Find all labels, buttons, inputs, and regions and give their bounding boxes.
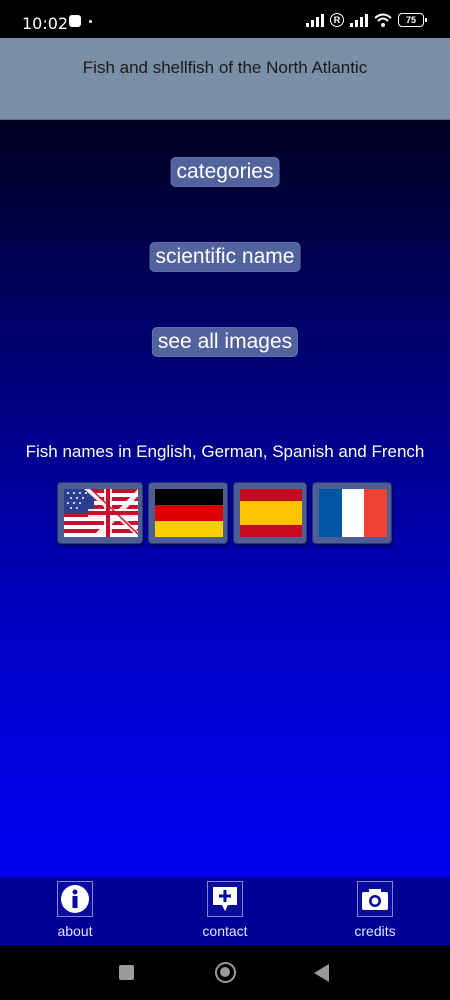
credits-label: credits bbox=[354, 923, 396, 939]
notification-app-icon bbox=[69, 15, 81, 27]
notification-dot-icon bbox=[89, 20, 92, 23]
home-icon[interactable] bbox=[215, 962, 236, 983]
info-icon bbox=[57, 881, 93, 917]
language-flags bbox=[0, 482, 450, 546]
english-flag-button[interactable] bbox=[57, 482, 143, 544]
see-all-images-button[interactable]: see all images bbox=[151, 327, 299, 357]
system-nav-bar bbox=[0, 945, 450, 1000]
categories-button[interactable]: categories bbox=[170, 157, 280, 187]
wifi-icon bbox=[374, 13, 392, 27]
contact-nav-item[interactable]: contact bbox=[180, 881, 270, 939]
contact-label: contact bbox=[202, 923, 248, 939]
signal-icon bbox=[306, 13, 324, 27]
german-flag-button[interactable] bbox=[148, 482, 228, 544]
german-flag-icon bbox=[155, 489, 223, 537]
french-flag-button[interactable] bbox=[312, 482, 392, 544]
main-content: categories scientific name see all image… bbox=[0, 120, 450, 877]
status-bar: 10:02 R 75 bbox=[0, 0, 450, 38]
roaming-badge: R bbox=[330, 13, 344, 27]
camera-icon bbox=[357, 881, 393, 917]
spanish-flag-icon bbox=[240, 489, 302, 537]
language-caption: Fish names in English, German, Spanish a… bbox=[25, 442, 425, 461]
credits-nav-item[interactable]: credits bbox=[330, 881, 420, 939]
page-title: Fish and shellfish of the North Atlantic bbox=[82, 58, 368, 77]
signal-icon-2 bbox=[350, 13, 368, 27]
recents-icon[interactable] bbox=[119, 965, 134, 980]
back-icon[interactable] bbox=[314, 964, 329, 982]
app-header: Fish and shellfish of the North Atlantic bbox=[0, 38, 450, 120]
about-label: about bbox=[57, 923, 93, 939]
battery-icon: 75 bbox=[398, 13, 427, 27]
about-nav-item[interactable]: about bbox=[30, 881, 120, 939]
chat-plus-icon bbox=[207, 881, 243, 917]
english-flag-icon bbox=[64, 489, 138, 537]
bottom-nav: about contact credits bbox=[0, 877, 450, 945]
scientific-name-button[interactable]: scientific name bbox=[149, 242, 301, 272]
status-icons: R 75 bbox=[306, 13, 427, 27]
spanish-flag-button[interactable] bbox=[233, 482, 307, 544]
status-time: 10:02 bbox=[22, 14, 69, 33]
french-flag-icon bbox=[319, 489, 387, 537]
